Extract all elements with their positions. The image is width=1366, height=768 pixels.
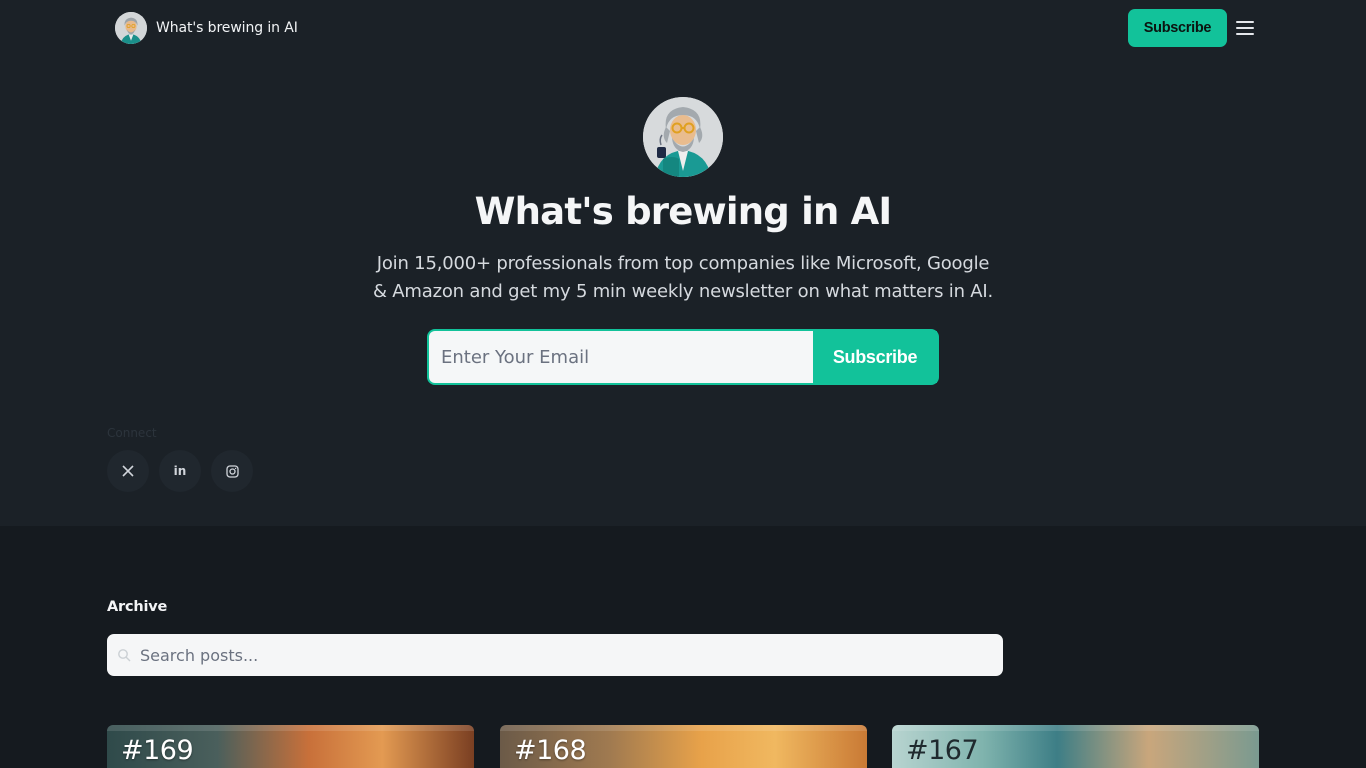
page-title: What's brewing in AI (474, 190, 893, 233)
search-input[interactable] (107, 634, 1003, 676)
post-number: #167 (906, 735, 979, 766)
hamburger-menu-icon[interactable] (1236, 18, 1258, 38)
brand-link[interactable]: What's brewing in AI (115, 12, 298, 44)
archive-section: Archive #169 #168 #167 (0, 526, 1366, 768)
menu-line (1236, 21, 1254, 23)
linkedin-icon: in (173, 464, 187, 478)
author-portrait-icon (643, 97, 723, 177)
hero-description: Join 15,000+ professionals from top comp… (372, 253, 994, 302)
subscribe-button[interactable]: Subscribe (813, 331, 937, 383)
social-links: in (107, 450, 253, 492)
subscribe-form: Subscribe (427, 329, 939, 385)
post-card-image (107, 725, 474, 731)
instagram-icon (225, 464, 239, 478)
post-card[interactable]: #167 (892, 725, 1259, 768)
x-icon (122, 465, 134, 477)
post-card-image (500, 725, 867, 731)
top-navigation: What's brewing in AI Subscribe (0, 0, 1366, 56)
search-bar (107, 634, 1003, 676)
archive-title: Archive (107, 599, 168, 615)
post-number: #168 (514, 735, 587, 766)
search-icon (118, 649, 131, 662)
menu-line (1236, 33, 1254, 35)
connect-label: Connect (107, 426, 157, 440)
brand-name: What's brewing in AI (156, 20, 298, 36)
post-card[interactable]: #168 (500, 725, 867, 768)
linkedin-link[interactable]: in (159, 450, 201, 492)
post-card[interactable]: #169 (107, 725, 474, 768)
hero-section: What's brewing in AI Join 15,000+ profes… (0, 56, 1366, 526)
menu-line (1236, 27, 1254, 29)
author-avatar (643, 97, 723, 177)
x-link[interactable] (107, 450, 149, 492)
email-input[interactable] (429, 331, 813, 383)
post-card-image (892, 725, 1259, 731)
header-subscribe-button[interactable]: Subscribe (1128, 9, 1227, 47)
post-number: #169 (121, 735, 194, 766)
instagram-link[interactable] (211, 450, 253, 492)
author-portrait-icon (115, 12, 147, 44)
avatar (115, 12, 147, 44)
